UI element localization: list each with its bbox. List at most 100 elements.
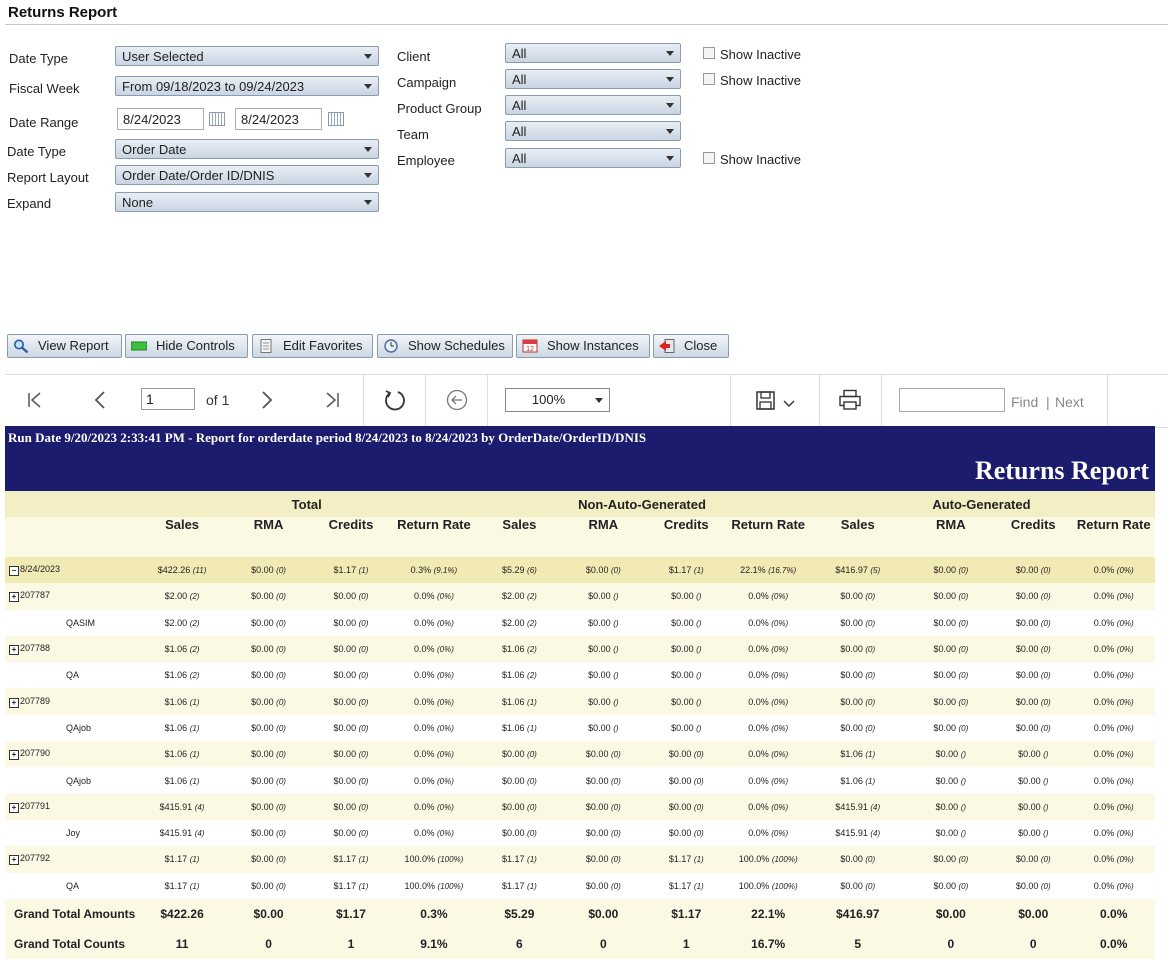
cell-count: (2) xyxy=(189,671,200,681)
page-number-input[interactable]: 1 xyxy=(141,388,195,410)
edit-favorites-button[interactable]: Edit Favorites xyxy=(252,334,373,358)
date-type-dropdown[interactable]: User Selected xyxy=(115,46,379,66)
refresh-icon[interactable] xyxy=(383,388,407,412)
next-page-icon[interactable] xyxy=(259,390,275,410)
expand-dropdown[interactable]: None xyxy=(115,192,379,212)
grand-total-value: $1.17 xyxy=(644,898,729,929)
expand-icon[interactable]: + xyxy=(9,802,19,813)
cell-value: $415.91 xyxy=(835,801,868,812)
previous-page-icon[interactable] xyxy=(92,390,108,410)
column-header-credits: Credits xyxy=(310,517,392,557)
first-page-icon[interactable] xyxy=(26,391,44,409)
calendar-icon[interactable] xyxy=(209,112,225,126)
cell-value: $0.00 xyxy=(933,696,956,707)
cell-count: (4) xyxy=(194,802,205,812)
cell-value: 0.0% xyxy=(413,617,435,628)
close-button[interactable]: Close xyxy=(653,334,729,358)
chevron-down-icon[interactable] xyxy=(783,399,795,409)
cell-value: $0.00 xyxy=(1015,565,1039,576)
show-schedules-button[interactable]: Show Schedules xyxy=(377,334,513,358)
calendar-icon[interactable] xyxy=(328,112,344,126)
cell-value: $0.00 xyxy=(1015,617,1039,628)
next-link[interactable]: Next xyxy=(1055,394,1084,410)
expand-icon[interactable]: + xyxy=(9,592,19,603)
cell-value: $0.00 xyxy=(1015,696,1039,707)
hide-controls-button[interactable]: Hide Controls xyxy=(125,334,248,358)
view-report-button[interactable]: View Report xyxy=(7,334,122,358)
cell-value: $0.00 xyxy=(333,828,357,839)
cell-count: (0) xyxy=(865,881,876,891)
zoom-select[interactable]: 100% xyxy=(505,388,610,412)
grand-total-value: 0.0% xyxy=(1072,898,1155,929)
client-dropdown[interactable]: All xyxy=(505,43,681,63)
zoom-value: 100% xyxy=(531,392,566,407)
row-label: QAjob xyxy=(66,722,92,733)
cell-count: (0) xyxy=(865,723,876,733)
value-cell: $2.00 (2) xyxy=(476,609,563,636)
value-cell: $0.00 (0) xyxy=(226,557,311,584)
value-cell: $1.06 (2) xyxy=(476,662,563,689)
value-cell: $0.00 (0) xyxy=(226,609,311,636)
expand-icon[interactable]: + xyxy=(9,855,19,866)
cell-value: 0.0% xyxy=(1093,722,1115,733)
employee-dropdown[interactable]: All xyxy=(505,148,681,168)
date-from-input[interactable]: 8/24/2023 xyxy=(117,108,204,130)
cell-value: $0.00 xyxy=(840,854,863,865)
cell-value: $1.17 xyxy=(501,854,525,865)
value-cell: 0.0% (0%) xyxy=(728,688,808,715)
value-cell: $0.00 (0) xyxy=(226,714,311,742)
row-label: QASIM xyxy=(66,617,96,628)
date-range-label: Date Range xyxy=(9,115,79,130)
fiscal-week-dropdown[interactable]: From 09/18/2023 to 09/24/2023 xyxy=(115,76,379,96)
value-cell: 0.0% (0%) xyxy=(1072,688,1155,715)
value-cell: $0.00 (0) xyxy=(907,583,995,610)
value-cell: $0.00 (0) xyxy=(807,846,908,873)
last-page-icon[interactable] xyxy=(323,391,341,409)
find-link[interactable]: Find xyxy=(1011,394,1038,410)
date-type2-dropdown[interactable]: Order Date xyxy=(115,139,379,159)
value-cell: $0.00 (0) xyxy=(226,846,311,873)
cell-count: (0%) xyxy=(1116,618,1134,628)
value-cell: 0.0% (0%) xyxy=(391,819,477,847)
product-group-dropdown[interactable]: All xyxy=(505,95,681,115)
report-layout-dropdown[interactable]: Order Date/Order ID/DNIS xyxy=(115,165,379,185)
collapse-icon[interactable]: − xyxy=(9,566,19,577)
save-icon[interactable] xyxy=(755,390,777,412)
employee-value: All xyxy=(512,151,527,166)
cell-value: 0.3% xyxy=(410,565,432,576)
cell-count: (0) xyxy=(527,802,537,812)
cell-count: (1) xyxy=(358,855,369,865)
grand-total-value: 0 xyxy=(226,928,311,959)
cell-count: (100%) xyxy=(771,881,798,891)
find-input[interactable] xyxy=(899,388,1005,412)
print-icon[interactable] xyxy=(838,389,862,411)
cell-count: (1) xyxy=(693,566,704,576)
cell-count: (0%) xyxy=(1116,750,1134,760)
campaign-dropdown[interactable]: All xyxy=(505,69,681,89)
chevron-down-icon xyxy=(364,147,372,152)
employee-show-inactive-label: Show Inactive xyxy=(720,152,801,167)
cell-count: (0) xyxy=(276,776,286,786)
value-cell: 0.0% (0%) xyxy=(391,767,477,794)
cell-count: () xyxy=(613,645,619,655)
grand-total-row: Grand Total Amounts $422.26 $0.00 $1.17 0.3%… xyxy=(5,898,1155,929)
cell-value: $1.17 xyxy=(164,880,188,891)
cell-value: $5.29 xyxy=(501,565,525,576)
back-icon[interactable] xyxy=(446,389,468,411)
cell-count: (0%) xyxy=(1116,776,1134,786)
campaign-show-inactive-checkbox[interactable] xyxy=(703,73,715,85)
show-instances-button[interactable]: 12 Show Instances xyxy=(516,334,650,358)
team-dropdown[interactable]: All xyxy=(505,121,681,141)
cell-value: $0.00 xyxy=(501,828,525,839)
value-cell: $0.00 (0) xyxy=(807,635,908,663)
cell-value: $1.06 xyxy=(164,749,188,760)
client-show-inactive-checkbox[interactable] xyxy=(703,47,715,59)
expand-icon[interactable]: + xyxy=(9,645,19,656)
cell-value: $0.00 xyxy=(671,722,694,733)
employee-show-inactive-checkbox[interactable] xyxy=(703,152,715,164)
cell-value: $0.00 xyxy=(668,828,692,839)
expand-icon[interactable]: + xyxy=(9,697,19,708)
cell-value: $0.00 xyxy=(333,591,357,602)
date-to-input[interactable]: 8/24/2023 xyxy=(235,108,322,130)
expand-icon[interactable]: + xyxy=(9,750,19,761)
